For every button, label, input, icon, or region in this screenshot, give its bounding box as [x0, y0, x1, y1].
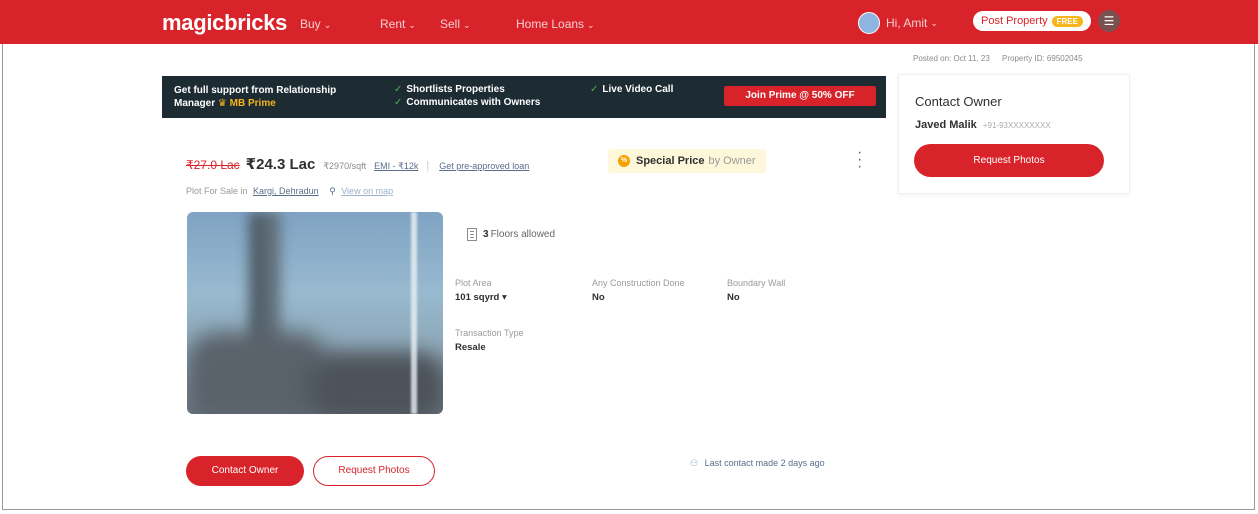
nav-item-home-loans[interactable]: Home Loans ⌄	[516, 17, 595, 31]
prime-feature: ✓ Shortlists Properties	[394, 84, 505, 95]
divider: |	[426, 160, 430, 172]
old-price: ₹27.0 Lac	[186, 158, 240, 172]
photo-shape	[187, 332, 327, 414]
spec-value[interactable]: 101 sqyrd ▾	[455, 292, 507, 303]
prime-title-line1: Get full support from Relationship	[174, 85, 337, 96]
floors-allowed: 3 Floors allowed	[467, 228, 555, 241]
spec-plot-area: Plot Area 101 sqyrd ▾	[455, 278, 507, 303]
avatar	[858, 12, 880, 34]
nav-buy-label: Buy	[300, 17, 321, 31]
contact-owner-button[interactable]: Contact Owner	[186, 456, 304, 486]
floors-text: Floors allowed	[490, 229, 556, 240]
last-contact-text: Last contact made 2 days ago	[704, 458, 825, 468]
special-price-icon: %	[618, 155, 630, 167]
nav-item-rent[interactable]: Rent ⌄	[380, 17, 416, 31]
prime-banner: Get full support from Relationship Manag…	[162, 76, 886, 118]
pre-approved-loan-link[interactable]: Get pre-approved loan	[439, 161, 529, 171]
feature-label: Shortlists Properties	[406, 84, 505, 95]
special-price-badge: % Special Price by Owner	[608, 149, 766, 173]
owner-details: Javed Malik +91-93XXXXXXXX	[915, 119, 1051, 131]
spec-value: No	[727, 292, 740, 303]
owner-name: Javed Malik	[915, 119, 977, 131]
floors-count: 3	[483, 229, 489, 240]
post-property-button[interactable]: Post Property FREE	[973, 11, 1091, 31]
check-icon: ✓	[394, 84, 403, 95]
prime-feature: ✓ Live Video Call	[590, 84, 673, 95]
photo-shape	[307, 352, 443, 414]
spec-value: No	[592, 292, 605, 303]
check-icon: ✓	[590, 84, 599, 95]
nav-home-loans-label: Home Loans	[516, 17, 585, 31]
user-greeting: Hi, Amit	[886, 16, 928, 30]
floors-icon	[467, 228, 477, 241]
price-row: ₹27.0 Lac ₹24.3 Lac ₹2970/sqft EMI - ₹12…	[186, 155, 539, 173]
chevron-down-icon: ⌄	[587, 20, 595, 30]
prime-title-manager: Manager	[174, 98, 216, 109]
spec-boundary-wall: Boundary Wall No	[727, 278, 785, 303]
crown-icon: ♛	[217, 98, 227, 109]
prime-banner-title: Get full support from Relationship Manag…	[174, 84, 374, 110]
nav-sell-label: Sell	[440, 17, 461, 31]
chevron-down-icon: ⌄	[408, 20, 416, 30]
subtitle-prefix: Plot For Sale in	[186, 186, 248, 196]
chevron-down-icon: ⌄	[323, 20, 332, 30]
photo-streak	[411, 212, 417, 414]
prime-feature: ✓ Communicates with Owners	[394, 97, 540, 108]
nav-item-buy[interactable]: Buy ⌄	[300, 17, 331, 31]
join-prime-button[interactable]: Join Prime @ 50% OFF	[724, 86, 876, 106]
person-icon: ⚇	[690, 458, 699, 468]
view-on-map-link[interactable]: View on map	[341, 186, 393, 196]
nav-rent-label: Rent	[380, 17, 406, 31]
posted-on-date: Posted on: Oct 11, 23	[913, 54, 990, 63]
price-per-sqft: ₹2970/sqft	[323, 161, 367, 171]
more-options-icon[interactable]: · · ·	[857, 145, 862, 175]
check-icon: ✓	[394, 97, 403, 108]
chevron-down-icon: ⌄	[930, 17, 938, 28]
location-link[interactable]: Kargi, Dehradun	[253, 186, 319, 196]
nav-item-sell[interactable]: Sell ⌄	[440, 17, 471, 31]
owner-phone: +91-93XXXXXXXX	[982, 121, 1051, 130]
request-photos-button[interactable]: Request Photos	[313, 456, 435, 486]
menu-icon[interactable]: ☰	[1098, 10, 1120, 32]
free-badge: FREE	[1051, 15, 1083, 27]
spec-value: Resale	[455, 342, 486, 353]
contact-owner-title: Contact Owner	[915, 94, 1002, 109]
magicbricks-logo[interactable]: magicbricks	[162, 10, 287, 36]
emi-label: EMI	[374, 161, 391, 171]
property-photo[interactable]	[187, 212, 443, 414]
last-contact-info: ⚇ Last contact made 2 days ago	[690, 458, 825, 469]
emi-value: - ₹12k	[392, 161, 419, 171]
mb-prime-label: MB Prime	[229, 98, 276, 109]
spec-label: Any Construction Done	[592, 278, 685, 288]
property-id: Property ID: 69502045	[1002, 54, 1083, 63]
spec-construction: Any Construction Done No	[592, 278, 685, 303]
spec-label: Transaction Type	[455, 328, 524, 338]
location-pin-icon: ⚲	[329, 186, 336, 196]
post-property-label: Post Property	[981, 15, 1048, 27]
emi-link[interactable]: EMI - ₹12k	[374, 161, 418, 172]
spec-transaction-type: Transaction Type Resale	[455, 328, 524, 353]
spec-label: Boundary Wall	[727, 278, 786, 288]
listing-subtitle: Plot For Sale in Kargi, Dehradun ⚲ View …	[186, 186, 393, 197]
feature-label: Communicates with Owners	[406, 97, 541, 108]
feature-label: Live Video Call	[602, 84, 674, 95]
spec-label: Plot Area	[455, 278, 492, 288]
posted-meta: Posted on: Oct 11, 23 Property ID: 69502…	[913, 54, 1093, 63]
owner-request-photos-button[interactable]: Request Photos	[914, 144, 1104, 177]
chevron-down-icon: ⌄	[463, 20, 471, 30]
price: ₹24.3 Lac	[245, 156, 316, 173]
special-price-by: by Owner	[708, 155, 756, 167]
user-menu[interactable]: Hi, Amit ⌄	[858, 12, 938, 34]
top-navigation-bar: magicbricks Buy ⌄ Rent ⌄ Sell ⌄ Home Loans ⌄…	[0, 0, 1258, 44]
special-price-label: Special Price	[636, 155, 705, 167]
